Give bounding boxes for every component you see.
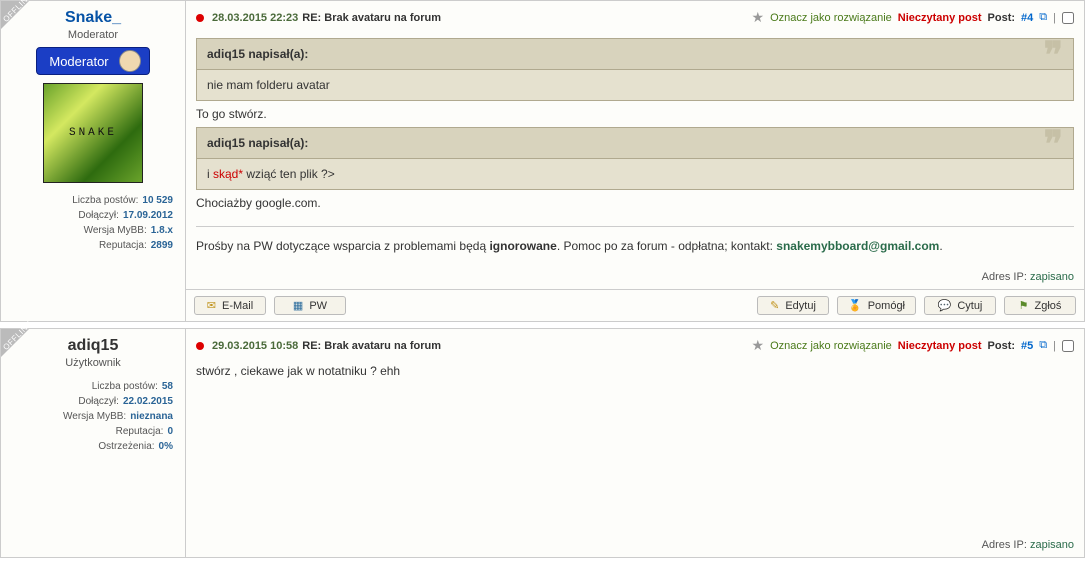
ip-saved-link[interactable]: zapisano xyxy=(1030,271,1074,283)
post-body-column: 29.03.2015 10:58 RE: Brak avataru na for… xyxy=(185,329,1084,557)
email-button[interactable]: ✉E-Mail xyxy=(194,296,266,315)
status-dot-icon xyxy=(196,14,204,22)
copy-link-icon[interactable]: ⧉ xyxy=(1039,339,1047,352)
copy-link-icon[interactable]: ⧉ xyxy=(1039,11,1047,24)
helped-icon: 🏅 xyxy=(848,299,862,312)
email-icon: ✉ xyxy=(207,299,216,312)
post-subject: RE: Brak avataru na forum xyxy=(302,12,441,24)
quote-author: adiq15 napisał(a): xyxy=(197,128,1073,159)
post-label: Post: xyxy=(988,12,1016,24)
quote-icon: ❞ xyxy=(1044,45,1063,67)
quote-btn-icon: 💬 xyxy=(938,299,952,312)
ip-line: Adres IP: zapisano xyxy=(186,265,1084,289)
quote-author: adiq15 napisał(a): xyxy=(197,39,1073,70)
signature-email-link[interactable]: snakemybboard@gmail.com xyxy=(776,239,939,253)
user-stats: Liczba postów:10 529 Dołączył:17.09.2012… xyxy=(7,193,179,253)
separator: | xyxy=(1053,12,1056,24)
mark-solution-link[interactable]: Oznacz jako rozwiązanie xyxy=(770,12,892,24)
post: OFFLINE Snake_ Moderator Moderator SNAKE… xyxy=(0,0,1085,322)
offline-badge: OFFLINE xyxy=(1,1,29,29)
badge-avatar-icon xyxy=(119,50,141,72)
quote-body: nie mam folderu avatar xyxy=(197,70,1073,100)
signature: Prośby na PW dotyczące wsparcia z proble… xyxy=(196,226,1074,255)
select-post-checkbox[interactable] xyxy=(1062,12,1074,24)
post-date: 29.03.2015 10:58 xyxy=(212,340,298,352)
post-buttons: ✉E-Mail ▦PW ✎Edytuj 🏅Pomógł 💬Cytuj ⚑Zgło… xyxy=(186,289,1084,321)
quote-block: ❞ adiq15 napisał(a): i skąd* wziąć ten p… xyxy=(196,127,1074,190)
user-stats: Liczba postów:58 Dołączył:22.02.2015 Wer… xyxy=(7,379,179,454)
post-body-column: 28.03.2015 22:23 RE: Brak avataru na for… xyxy=(185,1,1084,321)
unread-label: Nieczytany post xyxy=(898,340,982,352)
ip-line: Adres IP: zapisano xyxy=(186,533,1084,557)
quote-icon: ❞ xyxy=(1044,134,1063,156)
post-content: stwórz , ciekawe jak w notatniku ? ehh xyxy=(186,362,1084,533)
username-link[interactable]: Snake_ xyxy=(7,9,179,27)
post-header: 28.03.2015 22:23 RE: Brak avataru na for… xyxy=(186,1,1084,34)
moderator-badge: Moderator xyxy=(36,47,149,75)
unread-label: Nieczytany post xyxy=(898,12,982,24)
user-title: Użytkownik xyxy=(7,357,179,369)
post-label: Post: xyxy=(988,340,1016,352)
offline-badge: OFFLINE xyxy=(1,329,29,357)
report-button[interactable]: ⚑Zgłoś xyxy=(1004,296,1076,315)
username-link[interactable]: adiq15 xyxy=(7,337,179,355)
mark-solution-link[interactable]: Oznacz jako rozwiązanie xyxy=(770,340,892,352)
post-content: ❞ adiq15 napisał(a): nie mam folderu ava… xyxy=(186,34,1084,265)
star-icon[interactable]: ★ xyxy=(752,337,765,354)
quote-block: ❞ adiq15 napisał(a): nie mam folderu ava… xyxy=(196,38,1074,101)
post-header: 29.03.2015 10:58 RE: Brak avataru na for… xyxy=(186,329,1084,362)
post: OFFLINE adiq15 Użytkownik Liczba postów:… xyxy=(0,328,1085,558)
edit-button[interactable]: ✎Edytuj xyxy=(757,296,829,315)
pm-icon: ▦ xyxy=(293,299,303,312)
post-text: stwórz , ciekawe jak w notatniku ? ehh xyxy=(196,362,1074,380)
star-icon[interactable]: ★ xyxy=(752,9,765,26)
post-subject: RE: Brak avataru na forum xyxy=(302,340,441,352)
reply-text: Chociażby google.com. xyxy=(196,194,1074,212)
user-title: Moderator xyxy=(7,29,179,41)
separator: | xyxy=(1053,340,1056,352)
helped-button[interactable]: 🏅Pomógł xyxy=(837,296,916,315)
post-number-link[interactable]: #4 xyxy=(1021,12,1033,24)
reply-text: To go stwórz. xyxy=(196,105,1074,123)
edit-icon: ✎ xyxy=(770,299,779,312)
avatar[interactable]: SNAKE xyxy=(43,83,143,183)
post-date: 28.03.2015 22:23 xyxy=(212,12,298,24)
ip-saved-link[interactable]: zapisano xyxy=(1030,539,1074,551)
quote-button[interactable]: 💬Cytuj xyxy=(924,296,996,315)
quote-body: i skąd* wziąć ten plik ?> xyxy=(197,159,1073,189)
user-column: Snake_ Moderator Moderator SNAKE Liczba … xyxy=(1,1,185,321)
report-icon: ⚑ xyxy=(1019,299,1029,312)
status-dot-icon xyxy=(196,342,204,350)
post-number-link[interactable]: #5 xyxy=(1021,340,1033,352)
pw-button[interactable]: ▦PW xyxy=(274,296,346,315)
select-post-checkbox[interactable] xyxy=(1062,340,1074,352)
user-column: adiq15 Użytkownik Liczba postów:58 Dołąc… xyxy=(1,329,185,557)
